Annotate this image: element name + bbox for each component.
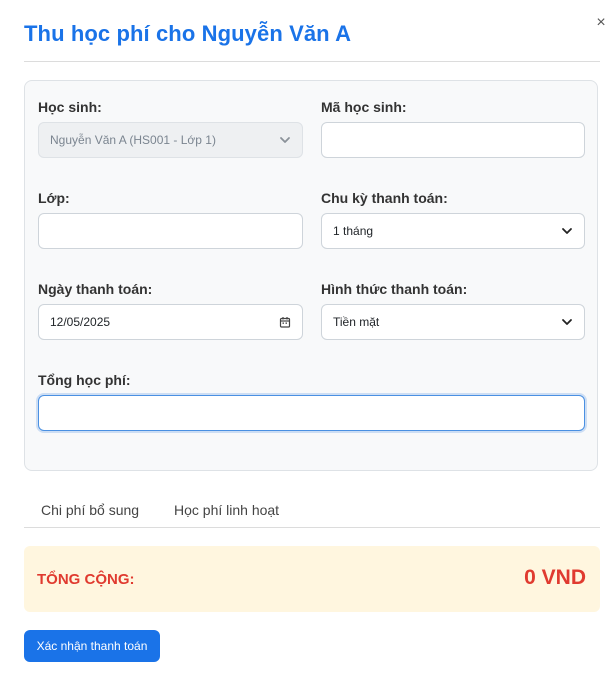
calendar-icon[interactable] (279, 316, 291, 328)
total-fee-label: Tổng học phí: (38, 372, 131, 388)
total-amount-value: 0 (524, 566, 536, 589)
payment-date-value: 12/05/2025 (50, 315, 111, 329)
payment-method-label: Hình thức thanh toán: (321, 281, 468, 297)
payment-method-select[interactable]: Tiền mặt (321, 304, 585, 340)
class-input[interactable] (38, 213, 303, 249)
total-amount: 0 VND (524, 566, 586, 590)
payment-cycle-label: Chu kỳ thanh toán: (321, 190, 448, 206)
confirm-payment-button[interactable]: Xác nhận thanh toán (24, 630, 160, 662)
total-currency: VND (541, 566, 586, 589)
modal-title: Thu học phí cho Nguyễn Văn A (24, 21, 352, 46)
total-label: TỔNG CỘNG: (37, 571, 135, 588)
chevron-down-icon (561, 225, 573, 237)
student-id-label: Mã học sinh: (321, 99, 407, 115)
tabs-divider (24, 527, 600, 528)
chevron-down-icon (561, 316, 573, 328)
tab-additional-costs[interactable]: Chi phí bổ sung (41, 502, 139, 518)
student-id-input[interactable] (321, 122, 585, 158)
tab-flexible-fees[interactable]: Học phí linh hoạt (174, 502, 279, 518)
total-summary: TỔNG CỘNG: 0 VND (24, 546, 600, 612)
payment-method-value: Tiền mặt (333, 315, 380, 329)
student-label: Học sinh: (38, 99, 102, 115)
close-icon[interactable]: × (592, 12, 610, 34)
payment-cycle-value: 1 tháng (333, 224, 374, 238)
payment-date-input[interactable]: 12/05/2025 (38, 304, 303, 340)
header-divider (24, 61, 600, 62)
class-label: Lớp: (38, 190, 70, 206)
student-select[interactable]: Nguyễn Văn A (HS001 - Lớp 1) (38, 122, 303, 158)
payment-date-label: Ngày thanh toán: (38, 281, 153, 297)
payment-cycle-select[interactable]: 1 tháng (321, 213, 585, 249)
chevron-down-icon (279, 134, 291, 146)
total-fee-input[interactable] (38, 395, 585, 431)
student-select-value: Nguyễn Văn A (HS001 - Lớp 1) (50, 133, 216, 147)
